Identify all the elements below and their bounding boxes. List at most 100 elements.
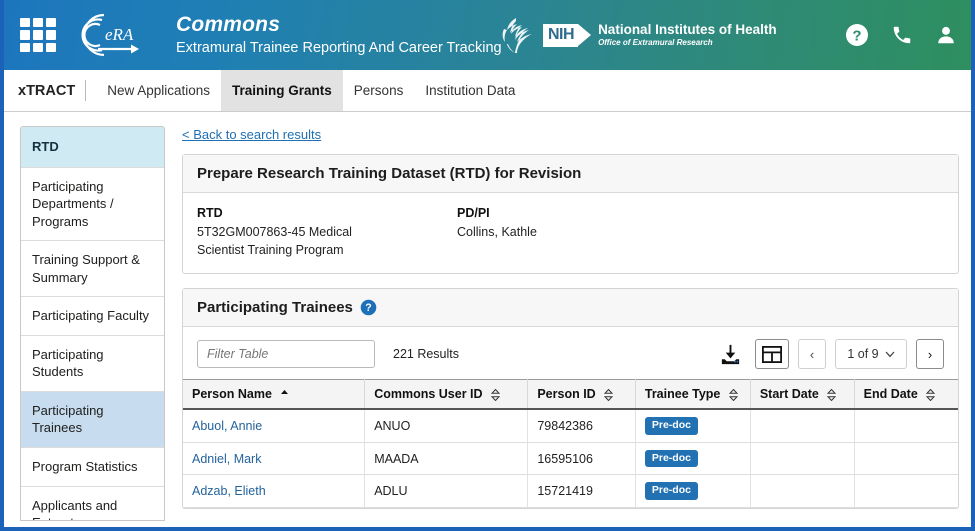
header-left-group: eRA Commons Extramural Trainee Reporting… [4, 11, 502, 59]
cell-commons-user-id: ANUO [364, 409, 529, 443]
rtd-panel: Prepare Research Training Dataset (RTD) … [182, 154, 959, 275]
nih-title-line: National Institutes of Health [598, 22, 777, 38]
cell-trainee-type: Pre-doc [635, 409, 751, 443]
sidebar-item-training-support-summary[interactable]: Training Support & Summary [21, 241, 164, 298]
participating-trainees-title: Participating Trainees [197, 299, 353, 317]
sort-none-icon [926, 388, 936, 401]
chevron-down-icon [885, 351, 895, 358]
participating-trainees-panel: Participating Trainees ? 221 Results [182, 288, 959, 509]
sidebar-item-program-statistics[interactable]: Program Statistics [21, 448, 164, 487]
rtd-field-rtd-label: RTD [197, 206, 223, 220]
nih-wordmark-text: National Institutes of Health Office of … [598, 22, 777, 47]
nih-mark: NIH [543, 23, 592, 47]
cell-commons-user-id: MAADA [364, 442, 529, 476]
nih-arrow-shape [578, 23, 592, 46]
rtd-panel-title: Prepare Research Training Dataset (RTD) … [183, 155, 958, 193]
sort-none-icon [827, 388, 837, 401]
column-header-end-date-label: End Date [863, 387, 918, 402]
help-circle-icon[interactable]: ? [360, 299, 377, 316]
status-badge: Pre-doc [644, 449, 698, 468]
person-name-link[interactable]: Adzab, Elieth [192, 484, 266, 498]
column-header-commons-user-id-label: Commons User ID [374, 387, 483, 402]
previous-page-button[interactable]: ‹ [798, 339, 826, 370]
cell-start-date [750, 409, 855, 443]
rtd-field-pdpi-value: Collins, Kathle [457, 225, 537, 239]
table-row: Adzab, Elieth ADLU 15721419 Pre-doc [183, 474, 958, 508]
table-row: Adniel, Mark MAADA 16595106 Pre-doc [183, 442, 958, 476]
page-selector[interactable]: 1 of 9 [835, 339, 907, 370]
page-body: RTD Participating Departments / Programs… [4, 112, 971, 527]
tab-persons[interactable]: Persons [343, 70, 415, 111]
cell-start-date [750, 474, 855, 508]
cell-start-date [750, 442, 855, 476]
sort-ascending-icon [281, 390, 289, 395]
nih-subtitle-line: Office of Extramural Research [598, 37, 713, 47]
back-to-search-results-link[interactable]: < Back to search results [182, 127, 321, 142]
column-header-commons-user-id[interactable]: Commons User ID [364, 379, 529, 411]
sidebar-navigation: RTD Participating Departments / Programs… [20, 126, 165, 521]
tabbar-divider [85, 80, 87, 101]
cell-trainee-type: Pre-doc [635, 442, 751, 476]
header-actions: ? [845, 0, 957, 70]
era-logo: eRA [74, 11, 146, 59]
column-header-end-date[interactable]: End Date [854, 379, 958, 411]
participating-trainees-table: Person Name Commons User ID Person ID Tr… [183, 379, 958, 508]
rtd-panel-body: RTD 5T32GM007863-45 Medical Scientist Tr… [183, 193, 958, 273]
column-header-person-id[interactable]: Person ID [527, 379, 636, 411]
table-header: Person Name Commons User ID Person ID Tr… [183, 379, 958, 411]
cell-end-date [854, 409, 958, 443]
sidebar-item-participating-faculty[interactable]: Participating Faculty [21, 297, 164, 336]
brand-title: Commons [176, 12, 281, 36]
page-selector-label: 1 of 9 [847, 347, 879, 362]
person-name-link[interactable]: Adniel, Mark [192, 452, 261, 466]
tab-new-applications[interactable]: New Applications [96, 70, 221, 111]
participating-trainees-panel-header: Participating Trainees ? [183, 289, 958, 328]
results-count-label: 221 Results [393, 347, 460, 362]
rtd-field-pdpi-label: PD/PI [457, 206, 490, 220]
sidebar-item-rtd[interactable]: RTD [21, 127, 164, 168]
cell-trainee-type: Pre-doc [635, 474, 751, 508]
table-header-row: Person Name Commons User ID Person ID Tr… [183, 379, 958, 411]
rtd-field-rtd-value: 5T32GM007863-45 Medical Scientist Traini… [197, 225, 352, 258]
column-header-start-date[interactable]: Start Date [750, 379, 855, 411]
rtd-fields-row: RTD 5T32GM007863-45 Medical Scientist Tr… [197, 206, 944, 259]
cell-person-name: Adzab, Elieth [183, 474, 366, 508]
xtract-application-window: eRA Commons Extramural Trainee Reporting… [0, 0, 975, 531]
column-header-person-name[interactable]: Person Name [183, 379, 366, 411]
download-button[interactable] [714, 339, 746, 369]
next-page-button[interactable]: › [916, 339, 944, 370]
table-row: Abuol, Annie ANUO 79842386 Pre-doc [183, 409, 958, 443]
column-header-trainee-type[interactable]: Trainee Type [635, 379, 751, 411]
cell-end-date [854, 442, 958, 476]
nih-abbreviation: NIH [543, 23, 579, 47]
app-header: eRA Commons Extramural Trainee Reporting… [4, 0, 971, 70]
sidebar-item-participating-trainees[interactable]: Participating Trainees [21, 391, 164, 449]
tab-institution-data[interactable]: Institution Data [414, 70, 526, 111]
tab-training-grants[interactable]: Training Grants [221, 70, 343, 111]
cell-person-name: Adniel, Mark [183, 442, 366, 476]
help-circle-icon[interactable]: ? [845, 23, 869, 47]
cell-commons-user-id: ADLU [364, 474, 529, 508]
column-chooser-button[interactable] [755, 339, 789, 370]
user-icon[interactable] [935, 24, 957, 46]
status-badge: Pre-doc [644, 482, 698, 500]
cell-person-id: 16595106 [527, 442, 636, 476]
column-header-trainee-type-label: Trainee Type [644, 387, 721, 402]
rtd-field-rtd: RTD 5T32GM007863-45 Medical Scientist Tr… [197, 206, 457, 259]
sidebar-item-applicants-and-entrants[interactable]: Applicants and Entrants [21, 487, 164, 520]
sidebar-item-participating-students[interactable]: Participating Students [21, 336, 164, 392]
cell-person-id: 79842386 [527, 409, 636, 443]
column-header-person-name-label: Person Name [192, 387, 272, 402]
rtd-field-pdpi: PD/PI Collins, Kathle [457, 206, 717, 259]
cell-person-id: 15721419 [527, 474, 636, 508]
phone-icon[interactable] [891, 24, 913, 46]
main-content: < Back to search results Prepare Researc… [182, 126, 959, 527]
table-toolbar: 221 Results [183, 327, 958, 379]
sidebar-item-participating-departments-programs[interactable]: Participating Departments / Programs [21, 168, 164, 242]
nih-branding-group: NIH National Institutes of Health Office… [499, 0, 777, 70]
grid-apps-icon[interactable] [20, 18, 56, 52]
filter-table-input[interactable] [197, 340, 375, 369]
table-columns-icon [762, 345, 782, 363]
person-name-link[interactable]: Abuol, Annie [192, 419, 262, 433]
table-toolbar-actions: ‹ 1 of 9 › [714, 339, 944, 370]
